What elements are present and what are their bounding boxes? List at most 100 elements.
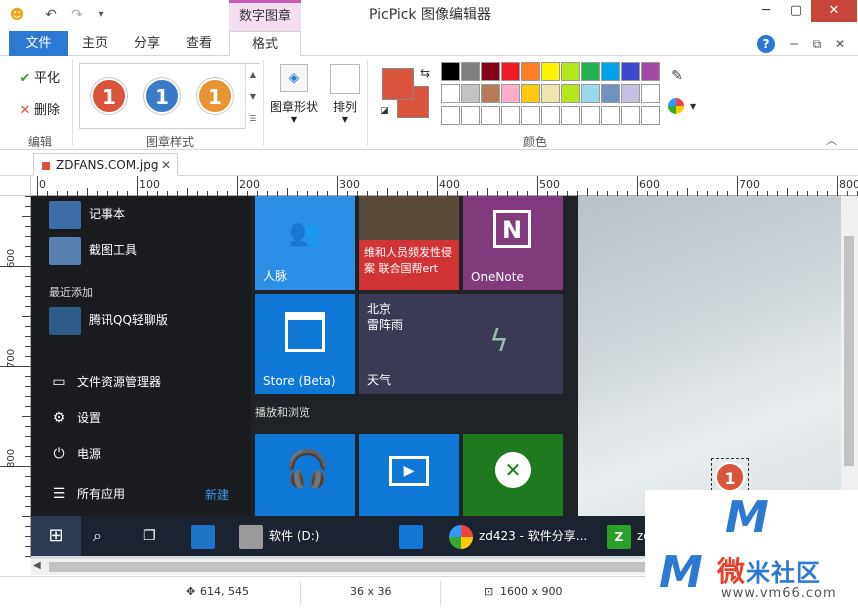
palette-swatch[interactable] bbox=[581, 106, 600, 125]
palette-swatch[interactable] bbox=[541, 84, 560, 103]
palette-swatch[interactable] bbox=[601, 84, 620, 103]
palette-swatch[interactable] bbox=[521, 106, 540, 125]
swap-colors-icon[interactable]: ⇆ bbox=[420, 66, 430, 80]
palette-swatch[interactable] bbox=[601, 106, 620, 125]
redo-icon[interactable]: ↷ bbox=[68, 6, 86, 24]
scroll-left-icon[interactable]: ◀ bbox=[33, 560, 41, 571]
tile-label: 天气 bbox=[367, 373, 392, 387]
palette-swatch[interactable] bbox=[481, 106, 500, 125]
tab-view[interactable]: 查看 bbox=[176, 31, 222, 56]
tab-share[interactable]: 分享 bbox=[124, 31, 170, 56]
chevron-down-icon: ▼ bbox=[341, 115, 349, 124]
palette-swatch[interactable] bbox=[581, 84, 600, 103]
palette-swatch[interactable] bbox=[641, 84, 660, 103]
foreground-color-swatch[interactable] bbox=[382, 68, 414, 100]
collapse-ribbon-icon[interactable]: ︿ bbox=[826, 132, 837, 148]
tile-news: 维和人员频发性侵案 联合国帮ert bbox=[359, 196, 459, 290]
close-tab-icon[interactable]: ✕ bbox=[161, 154, 171, 176]
help-icon[interactable]: ? bbox=[757, 35, 775, 53]
palette-swatch[interactable] bbox=[521, 62, 540, 81]
tile-store: Store (Beta) bbox=[255, 294, 355, 394]
palette-swatch[interactable] bbox=[641, 106, 660, 125]
divider bbox=[263, 60, 264, 146]
delete-button[interactable]: ✕ 删除 bbox=[16, 100, 60, 122]
flatten-button[interactable]: ✔ 平化 bbox=[16, 68, 60, 90]
list-item: ⏻ 电源 bbox=[49, 440, 101, 468]
tile-music: 🎧 bbox=[255, 434, 355, 516]
window-title: PicPick 图像编辑器 bbox=[368, 7, 491, 23]
ruler-tick bbox=[22, 416, 31, 417]
divider bbox=[440, 581, 441, 605]
gallery-down-icon[interactable]: ▼ bbox=[245, 86, 260, 107]
tab-home[interactable]: 主页 bbox=[72, 31, 118, 56]
customize-icon[interactable]: ▾ bbox=[92, 6, 110, 24]
ribbon-minimize-icon[interactable]: ─ bbox=[785, 35, 803, 53]
reset-colors-icon[interactable]: ◪ bbox=[380, 106, 389, 116]
palette-swatch[interactable] bbox=[641, 62, 660, 81]
ruler-label: 100 bbox=[139, 178, 160, 191]
arrange-button[interactable]: 排列 ▼ bbox=[328, 64, 362, 126]
eyedropper-icon[interactable]: ✎ bbox=[668, 68, 686, 86]
divider bbox=[72, 60, 73, 146]
palette-swatch[interactable] bbox=[461, 106, 480, 125]
palette-swatch[interactable] bbox=[601, 62, 620, 81]
palette-swatch[interactable] bbox=[621, 106, 640, 125]
palette-swatch[interactable] bbox=[621, 62, 640, 81]
tab-file[interactable]: 文件 bbox=[9, 31, 68, 56]
gallery-up-icon[interactable]: ▲ bbox=[245, 64, 260, 85]
check-icon: ✔ bbox=[19, 71, 31, 86]
palette-swatch[interactable] bbox=[521, 84, 540, 103]
tab-format[interactable]: 格式 bbox=[229, 31, 301, 57]
ruler-label: 500 bbox=[539, 178, 560, 191]
minimize-icon[interactable]: ─ bbox=[752, 0, 780, 22]
ruler-label: 0 bbox=[39, 178, 46, 191]
placed-stamp-number: 1 bbox=[715, 462, 745, 492]
delete-label: 删除 bbox=[34, 103, 61, 118]
palette-swatch[interactable] bbox=[561, 62, 580, 81]
horizontal-scroll-thumb[interactable] bbox=[49, 562, 659, 572]
palette-swatch[interactable] bbox=[441, 62, 460, 81]
palette-swatch[interactable] bbox=[441, 84, 460, 103]
palette-swatch[interactable] bbox=[581, 62, 600, 81]
gallery-more-icon[interactable]: ☰ bbox=[245, 108, 260, 129]
document-tab[interactable]: ZDFANS.COM.jpg ✕ bbox=[33, 153, 178, 176]
undo-icon[interactable]: ↶ bbox=[42, 6, 60, 24]
app-logo-icon[interactable]: ☻ bbox=[8, 6, 26, 24]
palette-swatch[interactable] bbox=[541, 106, 560, 125]
ruler-tick bbox=[337, 176, 338, 196]
palette-swatch[interactable] bbox=[621, 84, 640, 103]
chevron-down-icon[interactable]: ▼ bbox=[690, 102, 696, 111]
stamp-style-red[interactable]: 1 bbox=[91, 78, 127, 114]
stamp-style-gallery[interactable]: 1 1 1 ▲ ▼ ☰ bbox=[79, 63, 260, 129]
vertical-scroll-thumb[interactable] bbox=[844, 236, 854, 466]
palette-swatch[interactable] bbox=[501, 84, 520, 103]
palette-swatch[interactable] bbox=[481, 62, 500, 81]
tile-onenote: N OneNote bbox=[463, 196, 563, 290]
ribbon-close-icon[interactable]: ✕ bbox=[831, 35, 849, 53]
palette-swatch[interactable] bbox=[461, 62, 480, 81]
horizontal-ruler: 0 100 200 300 400 500 600 700 800 bbox=[31, 176, 858, 196]
color-wheel-icon[interactable] bbox=[668, 98, 684, 114]
palette-swatch[interactable] bbox=[461, 84, 480, 103]
maximize-icon[interactable]: ▢ bbox=[782, 0, 810, 22]
ribbon-restore-icon[interactable]: ⧉ bbox=[808, 35, 826, 53]
palette-swatch[interactable] bbox=[441, 106, 460, 125]
stamp-style-blue[interactable]: 1 bbox=[144, 78, 180, 114]
palette-swatch[interactable] bbox=[501, 106, 520, 125]
stamp-shape-button[interactable]: ◈ 图章形状 ▼ bbox=[268, 64, 320, 126]
ruler-tick bbox=[237, 176, 238, 196]
stamp-style-orange[interactable]: 1 bbox=[197, 78, 233, 114]
palette-swatch[interactable] bbox=[561, 106, 580, 125]
palette-swatch[interactable] bbox=[481, 84, 500, 103]
list-item: 截图工具 bbox=[49, 236, 137, 265]
palette-swatch[interactable] bbox=[501, 62, 520, 81]
palette-swatch[interactable] bbox=[541, 62, 560, 81]
ruler-tick bbox=[537, 176, 538, 196]
close-icon[interactable]: ✕ bbox=[811, 0, 857, 22]
ruler-tick bbox=[737, 176, 738, 196]
ruler-tick bbox=[22, 516, 31, 517]
store-icon bbox=[285, 312, 325, 352]
cursor-position: 614, 545 bbox=[200, 585, 249, 598]
watermark-url: www.vm66.com bbox=[721, 586, 837, 601]
palette-swatch[interactable] bbox=[561, 84, 580, 103]
